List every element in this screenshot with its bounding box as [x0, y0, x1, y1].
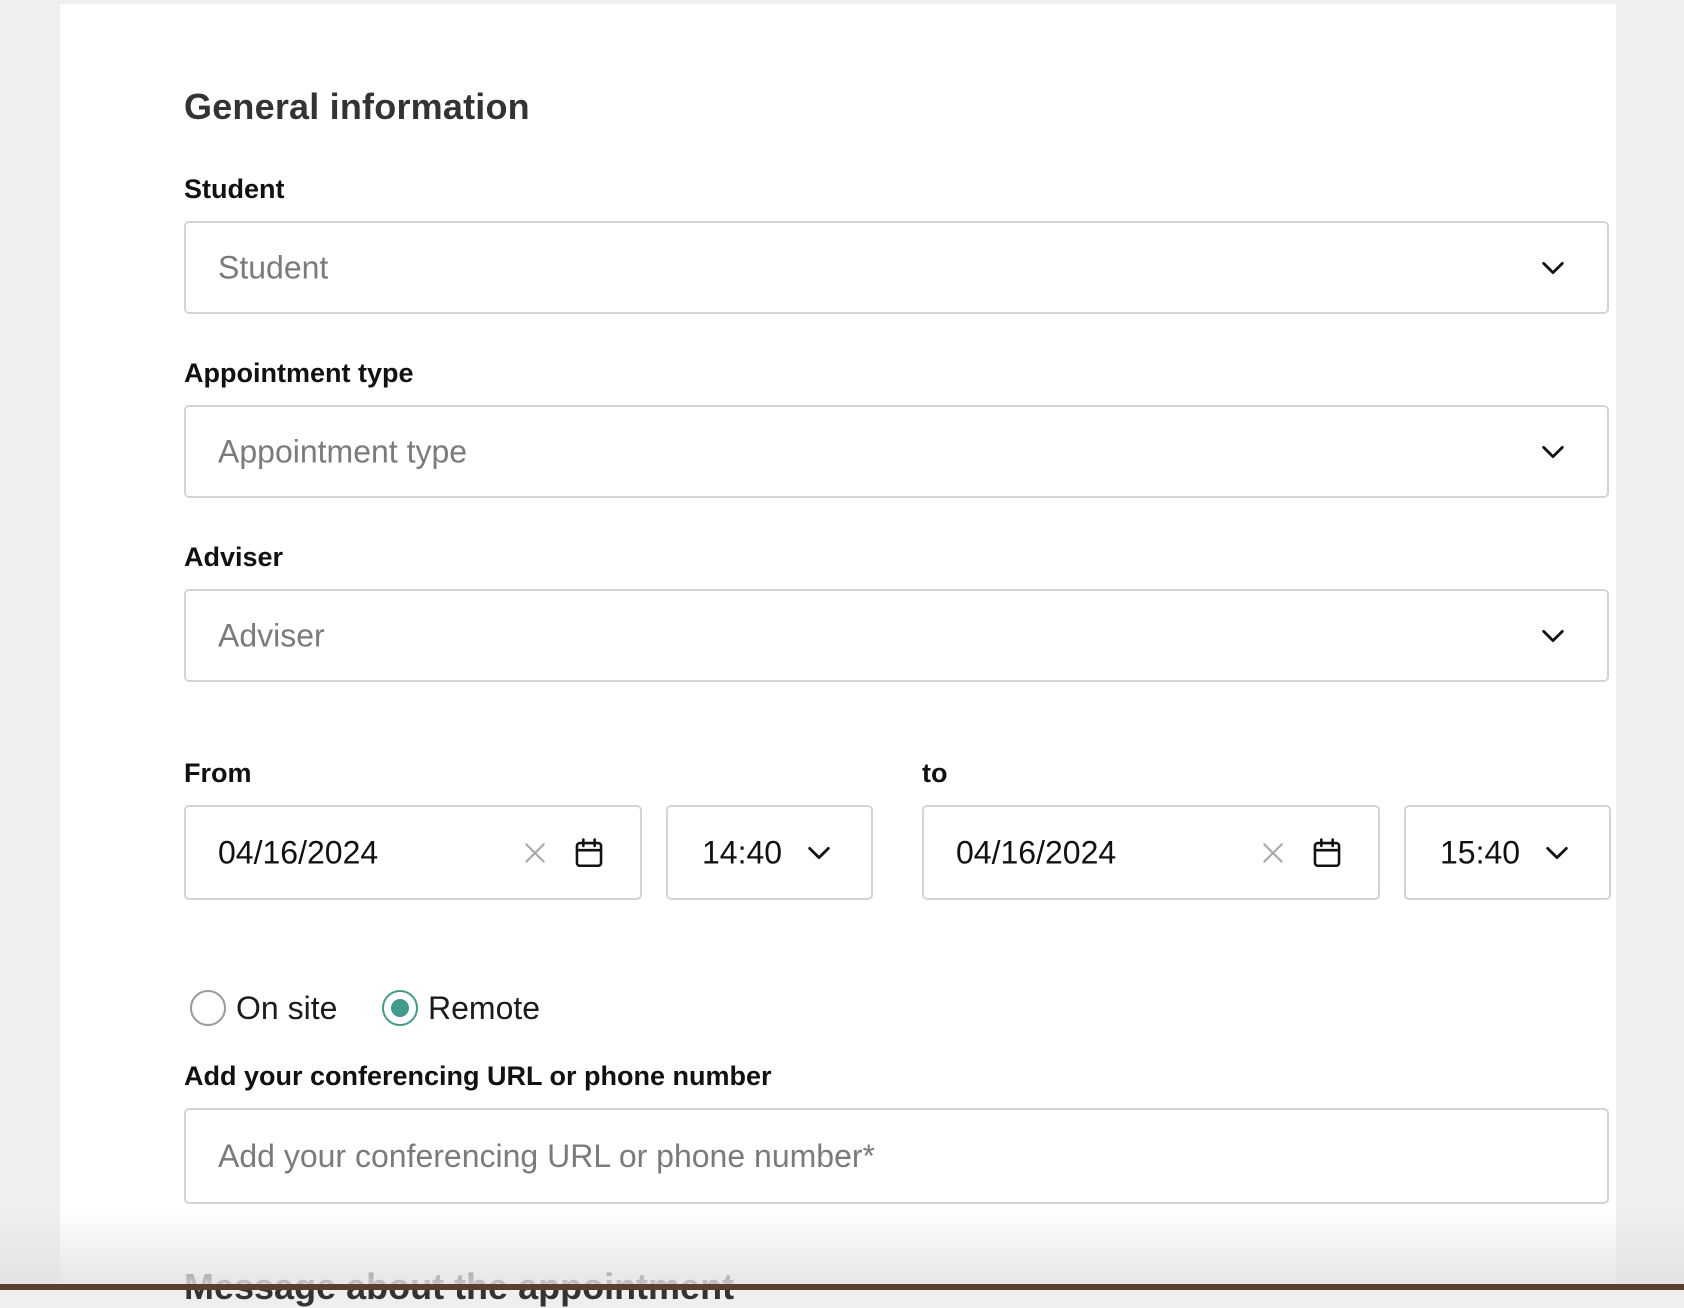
calendar-icon[interactable] — [572, 836, 606, 870]
appointment-type-label: Appointment type — [184, 358, 414, 388]
chevron-down-icon — [1542, 445, 1564, 458]
to-date-value: 04/16/2024 — [956, 834, 1117, 870]
from-date-value: 04/16/2024 — [218, 834, 379, 870]
desktop-edge — [0, 1284, 1684, 1290]
adviser-placeholder: Adviser — [218, 617, 325, 653]
to-time-value: 15:40 — [1440, 834, 1521, 870]
radio-on-site-label: On site — [236, 989, 338, 1026]
adviser-label: Adviser — [184, 542, 284, 572]
appointment-type-placeholder: Appointment type — [218, 433, 468, 469]
from-date-input[interactable]: 04/16/2024 — [184, 805, 642, 900]
appointment-type-select[interactable]: Appointment type — [184, 405, 1609, 498]
student-label: Student — [184, 174, 285, 204]
radio-remote[interactable]: Remote — [382, 988, 540, 1028]
radio-remote-label: Remote — [428, 989, 541, 1026]
form-panel: General information Student Student Appo… — [60, 4, 1616, 1307]
radio-on-site-circle[interactable] — [190, 990, 226, 1026]
from-time-select[interactable]: 14:40 — [666, 805, 873, 900]
adviser-select[interactable]: Adviser — [184, 589, 1609, 682]
radio-on-site[interactable]: On site — [190, 988, 337, 1028]
chevron-down-icon — [808, 846, 830, 859]
student-select[interactable]: Student — [184, 221, 1609, 314]
chevron-down-icon — [1542, 629, 1564, 642]
chevron-down-icon — [1546, 846, 1568, 859]
clear-icon[interactable] — [1260, 840, 1286, 866]
to-label: to — [922, 758, 948, 788]
to-time-select[interactable]: 15:40 — [1404, 805, 1611, 900]
from-label: From — [184, 758, 252, 788]
conferencing-label: Add your conferencing URL or phone numbe… — [184, 1061, 772, 1091]
calendar-icon[interactable] — [1310, 836, 1344, 870]
section-title: General information — [184, 86, 530, 127]
conferencing-input[interactable] — [184, 1108, 1609, 1204]
chevron-down-icon — [1542, 261, 1564, 274]
student-placeholder: Student — [218, 249, 329, 285]
from-time-value: 14:40 — [702, 834, 783, 870]
clear-icon[interactable] — [522, 840, 548, 866]
radio-remote-circle[interactable] — [382, 990, 418, 1026]
to-date-input[interactable]: 04/16/2024 — [922, 805, 1380, 900]
